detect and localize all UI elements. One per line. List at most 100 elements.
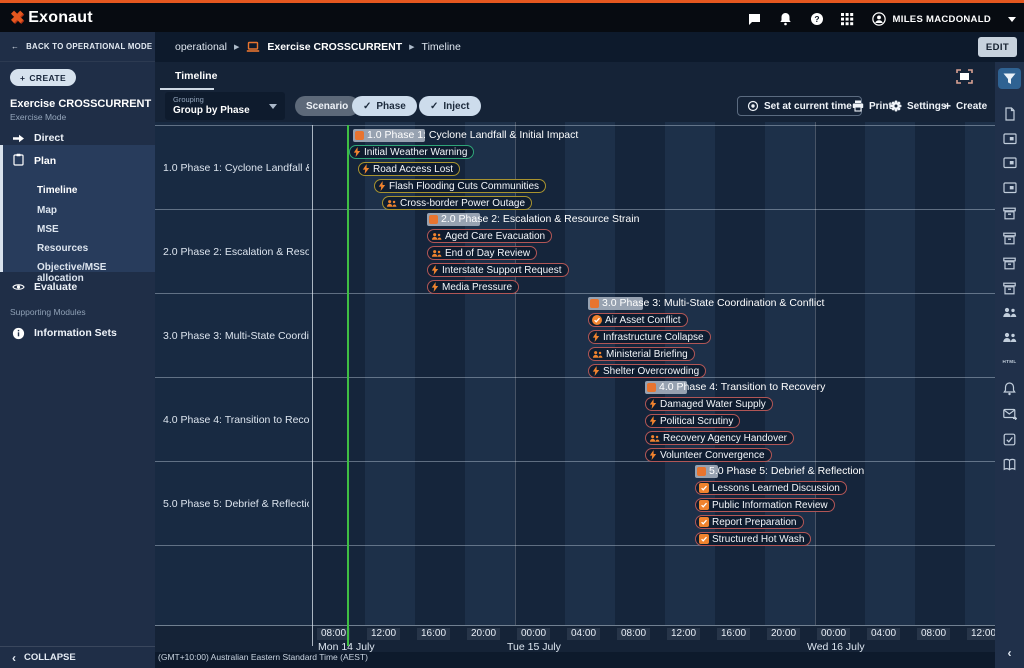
row-divider <box>155 545 995 546</box>
inject-label: Structured Hot Wash <box>712 534 804 545</box>
archive-icon[interactable] <box>995 227 1024 249</box>
archive-icon[interactable] <box>995 277 1024 299</box>
axis-tick-label: 00:00 <box>517 628 550 640</box>
breadcrumb: operational ▶ Exercise CROSSCURRENT ▶ Ti… <box>175 40 461 54</box>
sidebar-item-resources[interactable]: Resources <box>37 243 88 254</box>
label-column-border <box>312 125 313 646</box>
filter-chip-inject[interactable]: ✓ Inject <box>419 96 481 116</box>
direct-arrow-icon <box>12 132 25 145</box>
filter-chip-phase[interactable]: ✓ Phase <box>352 96 417 116</box>
archive-icon[interactable] <box>995 202 1024 224</box>
people-gray-icon[interactable] <box>995 301 1024 323</box>
html-icon[interactable]: HTML <box>995 350 1024 372</box>
panel-icon[interactable] <box>995 176 1024 198</box>
inject-pill[interactable]: Volunteer Convergence <box>645 448 772 462</box>
help-icon[interactable]: ? <box>810 12 824 26</box>
back-to-operational-mode[interactable]: ← BACK TO OPERATIONAL MODE <box>0 32 155 62</box>
inject-pill[interactable]: Political Scrutiny <box>645 414 740 428</box>
exercise-icon <box>246 40 260 54</box>
book-icon[interactable] <box>995 453 1024 475</box>
row-divider <box>155 377 995 378</box>
sidebar-collapse-button[interactable]: ‹ COLLAPSE <box>0 646 155 668</box>
breadcrumb-operational[interactable]: operational <box>175 41 227 53</box>
create-inject-button[interactable]: + Create <box>944 96 987 116</box>
top-bar: ✖ Exonaut ? MILES MACDONALD <box>0 0 1024 32</box>
lightning-icon <box>592 332 600 342</box>
svg-text:?: ? <box>814 14 819 24</box>
sidebar-item-plan[interactable]: Plan <box>3 145 155 169</box>
timeline-chart: 1.0 Phase 1: Cyclone Landfall & Initia..… <box>155 122 995 625</box>
tab-timeline[interactable]: Timeline <box>175 70 217 82</box>
current-time-line <box>347 125 349 646</box>
filter-icon[interactable] <box>998 68 1021 89</box>
task-icon[interactable] <box>995 428 1024 450</box>
row-divider <box>155 125 995 126</box>
fullscreen-icon[interactable] <box>956 69 973 89</box>
sidebar-item-mse[interactable]: MSE <box>37 224 59 235</box>
avatar-icon <box>872 12 886 26</box>
mail-icon[interactable] <box>995 403 1024 425</box>
inject-label: Interstate Support Request <box>442 265 562 276</box>
lightning-icon <box>431 265 439 275</box>
check-square-icon <box>699 517 709 527</box>
apps-grid-icon[interactable] <box>841 12 855 26</box>
create-button[interactable]: + CREATE <box>10 69 76 86</box>
target-icon <box>747 100 759 112</box>
user-name: MILES MACDONALD <box>893 14 991 25</box>
panel-icon[interactable] <box>995 151 1024 173</box>
sidebar-item-evaluate[interactable]: Evaluate <box>0 276 155 298</box>
user-menu-caret-icon[interactable] <box>1008 17 1016 22</box>
inject-pill[interactable]: Interstate Support Request <box>427 263 569 277</box>
edit-button[interactable]: EDIT <box>978 37 1017 57</box>
inject-pill[interactable]: Infrastructure Collapse <box>588 330 711 344</box>
phase-marker-icon <box>590 299 599 308</box>
inject-pill[interactable]: Structured Hot Wash <box>695 532 811 546</box>
set-at-current-time-button[interactable]: Set at current time <box>737 96 862 116</box>
people-icon <box>386 199 397 208</box>
archive-icon[interactable] <box>995 252 1024 274</box>
sidebar-item-timeline[interactable]: Timeline <box>37 185 77 196</box>
bell-outline-icon[interactable] <box>995 378 1024 400</box>
breadcrumb-exercise[interactable]: Exercise CROSSCURRENT <box>267 41 402 53</box>
inject-pill[interactable]: Aged Care Evacuation <box>427 229 552 243</box>
notifications-icon[interactable] <box>779 12 793 26</box>
settings-button[interactable]: Settings <box>890 96 946 116</box>
sidebar-item-information-sets[interactable]: Information Sets <box>0 322 155 344</box>
inject-pill[interactable]: Recovery Agency Handover <box>645 431 794 445</box>
lightning-icon <box>649 399 657 409</box>
filter-chip-scenario[interactable]: Scenario <box>295 96 359 116</box>
inject-pill[interactable]: End of Day Review <box>427 246 537 260</box>
collapse-chevron-icon: ‹ <box>12 652 16 664</box>
inject-label: Damaged Water Supply <box>660 399 766 410</box>
timeline-toolbar: Grouping Group by Phase Scenario ✓ Phase… <box>155 90 995 122</box>
rail-collapse-icon[interactable]: ‹ <box>995 646 1024 660</box>
phase-marker-icon <box>647 383 656 392</box>
axis-tick-label: 12:00 <box>367 628 400 640</box>
panel-icon[interactable] <box>995 127 1024 149</box>
exonaut-logo[interactable]: ✖ Exonaut <box>10 9 93 27</box>
inject-pill[interactable]: Cross-border Power Outage <box>382 196 532 210</box>
chat-icon[interactable] <box>748 12 762 26</box>
inject-pill[interactable]: Public Information Review <box>695 498 835 512</box>
inject-pill[interactable]: Shelter Overcrowding <box>588 364 706 378</box>
document-icon[interactable] <box>995 103 1024 125</box>
inject-pill[interactable]: Report Preparation <box>695 515 804 529</box>
sidebar-item-map[interactable]: Map <box>37 205 57 216</box>
grouping-select[interactable]: Grouping Group by Phase <box>165 92 285 120</box>
people-icon <box>649 434 660 443</box>
inject-pill[interactable]: Initial Weather Warning <box>349 145 474 159</box>
user-menu[interactable]: MILES MACDONALD <box>872 12 991 26</box>
inject-pill[interactable]: Media Pressure <box>427 280 519 294</box>
people-gray-icon[interactable] <box>995 326 1024 348</box>
inject-pill[interactable]: Damaged Water Supply <box>645 397 773 411</box>
exonaut-app: ✖ Exonaut ? MILES MACDONALD operational … <box>0 0 1024 668</box>
inject-label: Cross-border Power Outage <box>400 198 525 209</box>
inject-pill[interactable]: Lessons Learned Discussion <box>695 481 847 495</box>
breadcrumb-timeline[interactable]: Timeline <box>422 41 461 53</box>
phase-title: 5.0 Phase 5: Debrief & Reflection <box>709 465 864 478</box>
inject-pill[interactable]: Air Asset Conflict <box>588 313 688 327</box>
inject-pill[interactable]: Road Access Lost <box>358 162 460 176</box>
inject-pill[interactable]: Flash Flooding Cuts Communities <box>374 179 546 193</box>
print-button[interactable]: Print <box>852 96 892 116</box>
inject-pill[interactable]: Ministerial Briefing <box>588 347 695 361</box>
